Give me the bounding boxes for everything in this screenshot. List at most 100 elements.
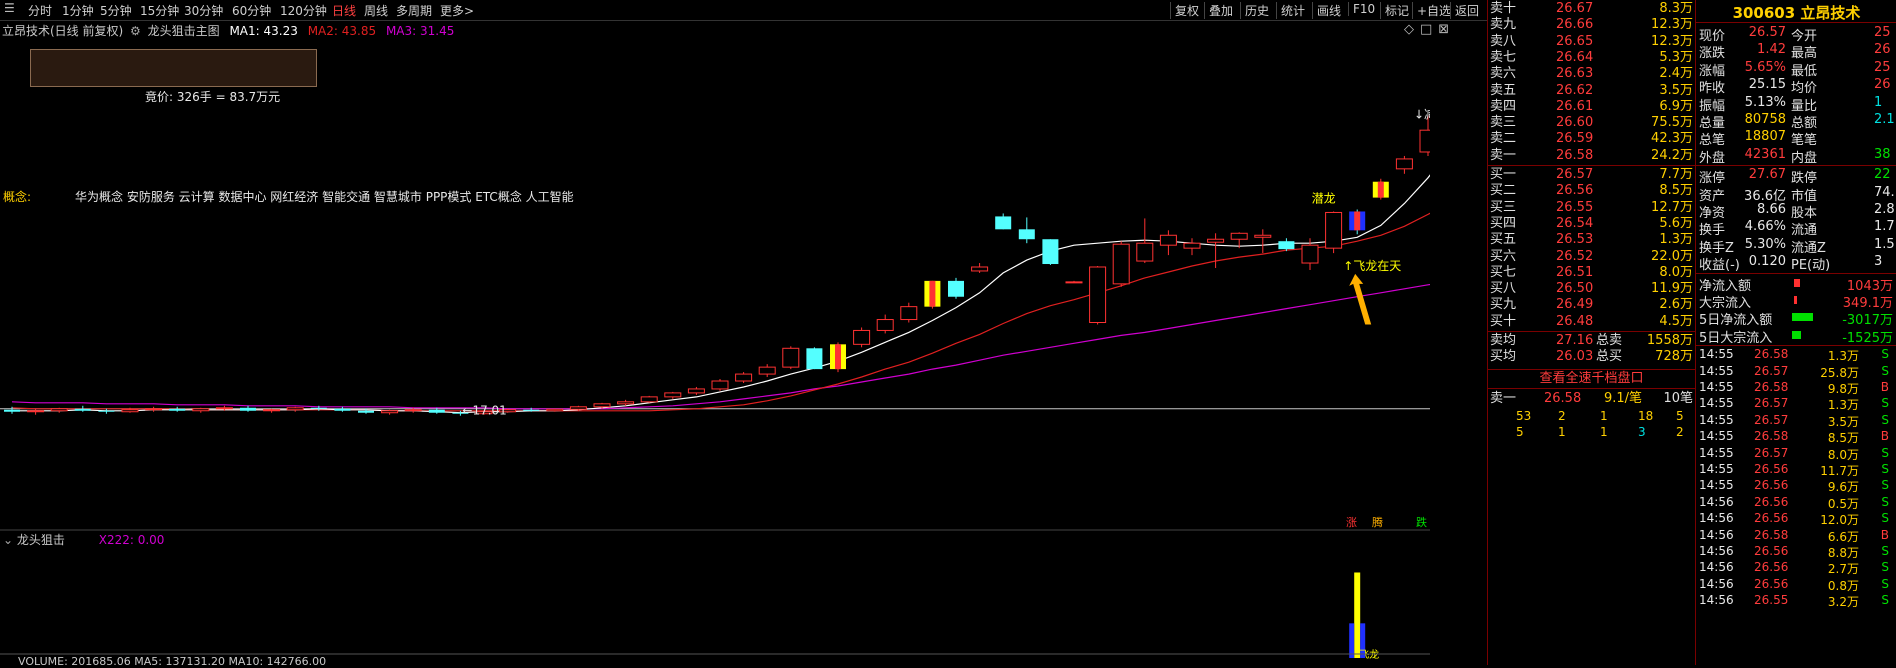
candle[interactable] <box>640 395 658 403</box>
stat2-label: 涨停 <box>1699 171 1726 187</box>
candle[interactable] <box>924 280 941 309</box>
period-tab-7[interactable]: 日线 <box>332 2 356 19</box>
candle[interactable] <box>286 406 304 412</box>
tick-volume: 3.5万 <box>1827 414 1859 429</box>
candle[interactable] <box>971 263 989 273</box>
ma1-line <box>12 174 1430 414</box>
candle[interactable] <box>1254 229 1272 254</box>
period-tab-10[interactable]: 更多> <box>440 2 474 19</box>
candle[interactable] <box>145 406 163 412</box>
sell-price: 26.61 <box>1556 98 1594 114</box>
candle[interactable] <box>900 302 918 323</box>
period-tab-9[interactable]: 多周期 <box>396 2 432 19</box>
stat2-label: 收益(-) <box>1699 258 1740 274</box>
ma2-line <box>11 212 1430 412</box>
candle[interactable] <box>1419 115 1430 156</box>
stat2-value-2: 74. <box>1874 184 1895 200</box>
toolbar-button-0[interactable]: 复权 <box>1170 2 1203 19</box>
arrow-icon <box>1349 273 1372 325</box>
candle[interactable] <box>1089 266 1107 325</box>
candle[interactable] <box>98 408 115 414</box>
candle[interactable] <box>735 372 753 383</box>
candle[interactable] <box>1042 239 1059 266</box>
candle[interactable] <box>1349 209 1366 235</box>
tick-time: 14:56 <box>1699 511 1734 526</box>
toolbar-button-6[interactable]: 标记 <box>1380 2 1413 19</box>
period-tab-2[interactable]: 5分钟 <box>100 2 132 19</box>
ma2-label: MA2: 43.85 <box>307 24 377 38</box>
candle[interactable] <box>27 408 45 415</box>
candle[interactable] <box>664 391 682 399</box>
buy-level-label: 买一 <box>1490 167 1517 182</box>
candle[interactable] <box>263 408 281 413</box>
toolbar-button-4[interactable]: 画线 <box>1312 2 1345 19</box>
candle[interactable] <box>1065 280 1083 284</box>
collapse-icon[interactable]: ⌄ <box>3 533 13 547</box>
sell-price: 26.65 <box>1556 33 1594 49</box>
period-tab-4[interactable]: 30分钟 <box>184 2 223 19</box>
tick-price: 26.56 <box>1754 494 1789 509</box>
period-tab-5[interactable]: 60分钟 <box>232 2 271 19</box>
candle[interactable] <box>1395 155 1413 174</box>
toolbar-button-7[interactable]: +自选 <box>1412 2 1455 19</box>
sell-level-label: 卖二 <box>1490 131 1517 147</box>
candle[interactable] <box>1372 178 1389 200</box>
tick-time: 14:55 <box>1699 445 1734 460</box>
tick-time: 14:55 <box>1699 412 1734 427</box>
candle-body <box>1089 266 1107 324</box>
toolbar-button-1[interactable]: 叠加 <box>1204 2 1237 19</box>
candle[interactable] <box>948 277 964 299</box>
candle[interactable] <box>711 379 729 391</box>
candle[interactable] <box>1018 217 1035 244</box>
stat-value-2: 2.1 <box>1874 112 1895 127</box>
period-tab-1[interactable]: 1分钟 <box>62 2 94 19</box>
toolbar-button-2[interactable]: 历史 <box>1240 2 1273 19</box>
toolbar-button-3[interactable]: 统计 <box>1276 2 1309 19</box>
candle-body <box>523 409 540 411</box>
candle[interactable] <box>1183 238 1201 256</box>
candle[interactable] <box>1112 241 1130 287</box>
candle[interactable] <box>995 213 1012 230</box>
buy-volume: 4.5万 <box>1659 313 1693 329</box>
buy-price: 26.49 <box>1556 297 1594 313</box>
candle[interactable] <box>381 409 399 415</box>
candle[interactable] <box>806 347 823 370</box>
indicator-chart[interactable]: 450030001500飞龙 <box>0 530 1430 665</box>
book-separator <box>1488 331 1695 332</box>
candle[interactable] <box>1325 211 1343 254</box>
candle[interactable] <box>758 364 776 378</box>
candle[interactable] <box>192 407 210 413</box>
sell-price: 26.63 <box>1556 66 1594 82</box>
stat2-label-2: PE(动) <box>1791 258 1831 274</box>
toolbar-button-8[interactable]: 返回 <box>1450 2 1483 19</box>
sell-volume: 5.3万 <box>1659 49 1693 65</box>
tick-price: 26.58 <box>1754 380 1789 394</box>
candle[interactable] <box>240 405 256 412</box>
candle[interactable] <box>169 406 186 412</box>
candle[interactable] <box>853 327 871 348</box>
info-separator <box>1696 345 1896 347</box>
menu-icon[interactable]: ☰ <box>4 1 15 15</box>
candle[interactable] <box>830 342 846 373</box>
stat2-label: 换手 <box>1699 223 1726 239</box>
gear-icon[interactable]: ⚙ <box>130 24 141 38</box>
candle-body <box>263 409 281 412</box>
period-tab-6[interactable]: 120分钟 <box>280 2 327 19</box>
view-all-depth-link[interactable]: 查看全速千档盘口 <box>1488 368 1695 389</box>
tick-time: 14:56 <box>1699 560 1734 575</box>
indicator-name: 龙头狙击 <box>16 533 65 547</box>
indicator-title[interactable]: 龙头狙击主图 <box>148 24 220 38</box>
sell-volume: 8.3万 <box>1659 1 1693 16</box>
candle[interactable] <box>876 314 894 334</box>
period-tab-8[interactable]: 周线 <box>364 2 388 19</box>
candle[interactable] <box>1159 230 1177 256</box>
candle[interactable] <box>50 407 68 413</box>
toolbar-button-5[interactable]: F10 <box>1348 2 1379 16</box>
candle-body <box>404 409 422 412</box>
period-tab-3[interactable]: 15分钟 <box>140 2 179 19</box>
close-icon[interactable]: ⊠ <box>1438 22 1449 37</box>
period-tab-0[interactable]: 分时 <box>28 2 52 19</box>
candle[interactable] <box>687 386 705 395</box>
candle[interactable] <box>782 346 800 370</box>
candle[interactable] <box>334 406 351 412</box>
